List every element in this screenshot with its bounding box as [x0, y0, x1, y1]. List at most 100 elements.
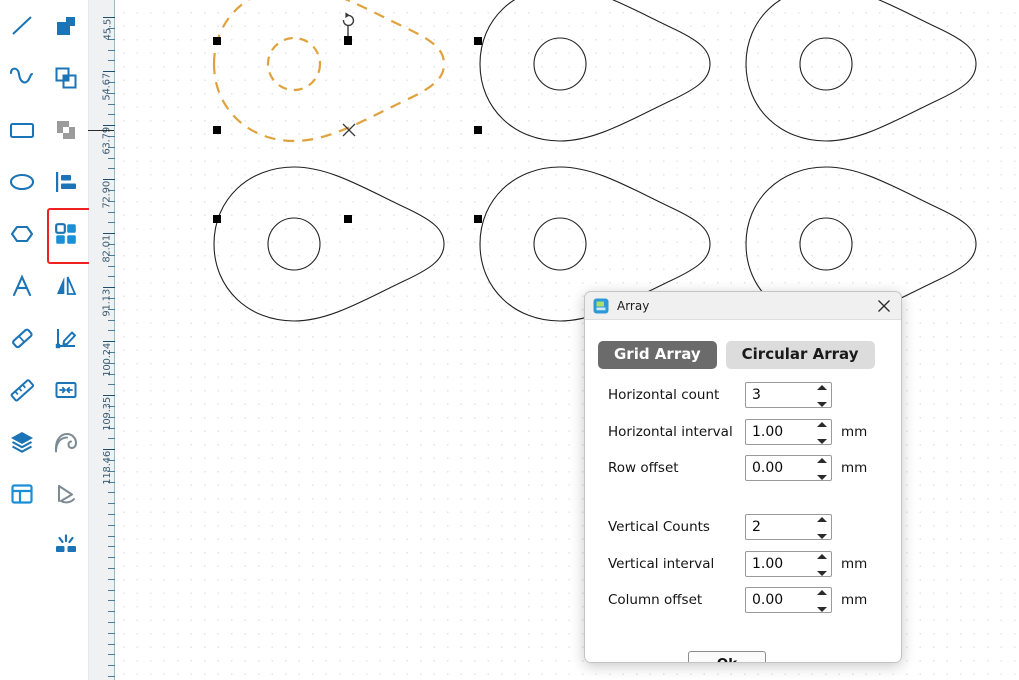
boolean-union-tool[interactable] — [44, 0, 88, 52]
unit-horizontal-interval: mm — [841, 424, 867, 440]
layers-icon — [9, 429, 35, 455]
spinner-horizontal-count[interactable] — [745, 382, 832, 408]
close-x-glyph — [877, 299, 891, 313]
boolean-subtract-tool[interactable] — [44, 104, 88, 156]
resize-handle-w[interactable] — [213, 126, 221, 134]
explode-tool[interactable] — [44, 520, 88, 572]
polygon-tool[interactable] — [0, 208, 44, 260]
layout-panel-icon — [9, 481, 35, 507]
measure-tool[interactable] — [0, 364, 44, 416]
resize-handle-se[interactable] — [474, 215, 482, 223]
spinner-row-offset[interactable] — [745, 455, 832, 481]
input-vertical-counts[interactable] — [750, 516, 812, 538]
resize-handle-s[interactable] — [344, 215, 352, 223]
layout-tool[interactable] — [0, 468, 44, 520]
spin-arrows — [816, 554, 827, 576]
resize-handle-sw[interactable] — [213, 215, 221, 223]
tab-grid-array[interactable]: Grid Array — [598, 341, 717, 369]
resize-handle-n[interactable] — [344, 37, 352, 45]
boolean-intersect-tool[interactable] — [44, 52, 88, 104]
input-horizontal-count[interactable] — [750, 384, 812, 406]
explode-icon — [53, 533, 79, 559]
array-grid-icon — [53, 221, 79, 247]
selected-shape[interactable] — [214, 0, 444, 141]
spin-arrows — [816, 517, 827, 539]
label-horizontal-interval: Horizontal interval — [585, 424, 745, 440]
left-toolbar — [0, 0, 89, 680]
label-column-offset: Column offset — [585, 592, 745, 608]
hexagon-icon — [8, 221, 36, 247]
spinner-horizontal-interval[interactable] — [745, 419, 832, 445]
align-left-tool[interactable] — [44, 156, 88, 208]
ruler-label: 72.90 — [102, 181, 113, 209]
spin-up-horizontal-count[interactable] — [817, 385, 827, 390]
ellipse-tool[interactable] — [0, 156, 44, 208]
spin-arrows — [816, 385, 827, 407]
offset-path-icon — [52, 429, 80, 455]
spin-up-vertical-interval[interactable] — [817, 554, 827, 559]
ruler-label: 100.24 — [102, 343, 113, 377]
flatten-icon — [52, 481, 80, 507]
spin-up-vertical-counts[interactable] — [817, 517, 827, 522]
spin-down-vertical-interval[interactable] — [817, 571, 827, 576]
spin-down-row-offset[interactable] — [817, 475, 827, 480]
array-tool[interactable] — [44, 208, 88, 260]
edit-node-tool[interactable] — [44, 312, 88, 364]
input-vertical-interval[interactable] — [750, 553, 812, 575]
wave-curve-icon — [8, 65, 36, 91]
vertical-ruler[interactable]: 45.5 54.67 63.79 72.90 82.01 91.13 100.2… — [89, 0, 115, 680]
field-row-vertical-interval: Vertical interval mm — [585, 551, 902, 577]
mirror-tool[interactable] — [44, 260, 88, 312]
rectangle-tool[interactable] — [0, 104, 44, 156]
close-icon[interactable] — [875, 297, 893, 315]
tab-circular-array[interactable]: Circular Array — [726, 341, 875, 369]
union-shapes-icon — [53, 13, 79, 39]
input-horizontal-interval[interactable] — [750, 421, 812, 443]
resize-handle-nw[interactable] — [213, 37, 221, 45]
align-center-tool[interactable] — [44, 364, 88, 416]
array-dialog: Array Grid Array Circular Array Horizont… — [584, 291, 902, 663]
input-row-offset[interactable] — [750, 457, 812, 479]
label-row-offset: Row offset — [585, 460, 745, 476]
ruler-ticks — [89, 0, 115, 680]
flatten-tool[interactable] — [44, 468, 88, 520]
spin-down-horizontal-count[interactable] — [817, 402, 827, 407]
field-row-horizontal-count: Horizontal count — [585, 382, 902, 408]
spinner-vertical-counts[interactable] — [745, 514, 832, 540]
curve-tool[interactable] — [0, 52, 44, 104]
dialog-titlebar[interactable]: Array — [585, 292, 901, 320]
spinner-column-offset[interactable] — [745, 587, 832, 613]
spin-arrows — [816, 422, 827, 444]
offset-path-tool[interactable] — [44, 416, 88, 468]
spin-arrows — [816, 590, 827, 612]
spin-up-column-offset[interactable] — [817, 590, 827, 595]
eraser-tool[interactable] — [0, 312, 44, 364]
toolbar-spacer — [0, 520, 44, 572]
intersect-shapes-icon — [53, 65, 79, 91]
spin-up-row-offset[interactable] — [817, 458, 827, 463]
label-vertical-interval: Vertical interval — [585, 556, 745, 572]
line-tool[interactable] — [0, 0, 44, 52]
layers-tool[interactable] — [0, 416, 44, 468]
spin-up-horizontal-interval[interactable] — [817, 422, 827, 427]
line-icon — [9, 13, 35, 39]
mirror-icon — [53, 273, 79, 299]
spin-down-horizontal-interval[interactable] — [817, 439, 827, 444]
align-center-icon — [53, 377, 79, 403]
application-window: 45.5 54.67 63.79 72.90 82.01 91.13 100.2… — [0, 0, 1019, 680]
field-row-horizontal-interval: Horizontal interval mm — [585, 419, 902, 445]
resize-handle-e[interactable] — [474, 126, 482, 134]
dialog-title: Array — [617, 299, 649, 313]
ruler-label: 54.67 — [102, 73, 113, 101]
input-column-offset[interactable] — [750, 589, 812, 611]
toolbar-icon-grid — [0, 0, 88, 572]
ruler-label: 118.46 — [102, 451, 113, 485]
spin-down-vertical-counts[interactable] — [817, 534, 827, 539]
node-edit-icon — [53, 325, 79, 351]
ruler-icon — [9, 377, 35, 403]
ok-button[interactable]: Ok — [688, 651, 766, 663]
spinner-vertical-interval[interactable] — [745, 551, 832, 577]
text-tool[interactable] — [0, 260, 44, 312]
spin-down-column-offset[interactable] — [817, 607, 827, 612]
resize-handle-ne[interactable] — [474, 37, 482, 45]
